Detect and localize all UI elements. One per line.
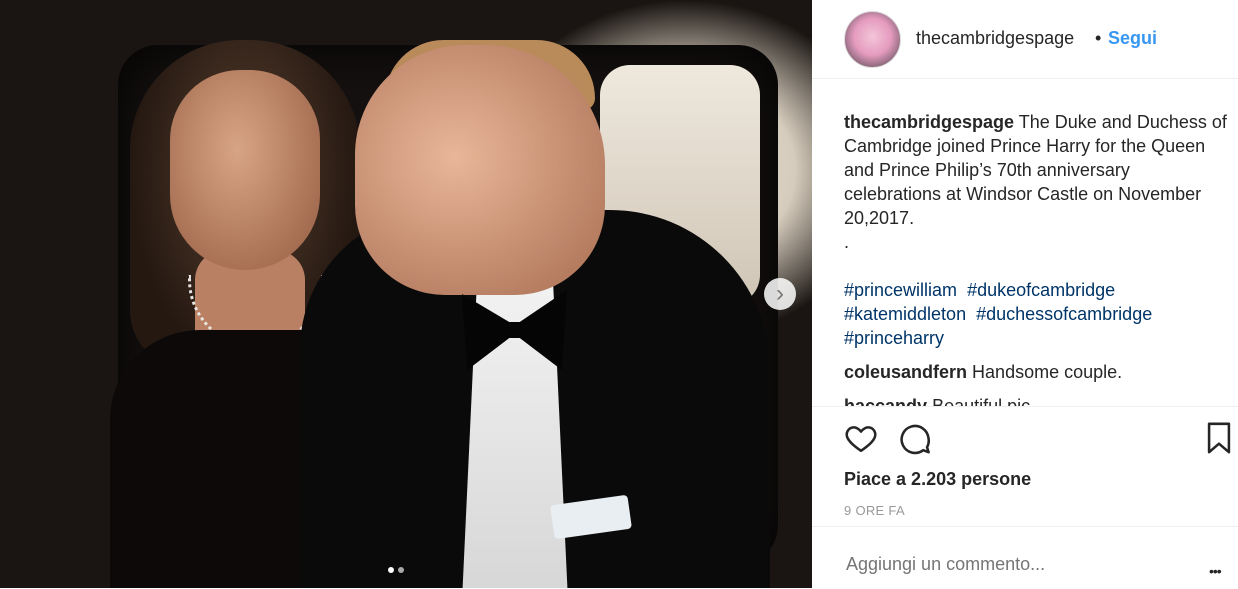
- hashtag-link[interactable]: #duchessofcambridge: [976, 304, 1152, 324]
- add-comment-section: •••: [812, 526, 1238, 589]
- post-side-panel: thecambridgespage • Segui thecambridgesp…: [812, 0, 1238, 588]
- comment-text: Beautiful pic: [932, 396, 1031, 406]
- more-options-button[interactable]: •••: [1209, 563, 1222, 579]
- hashtag-link[interactable]: #princeharry: [844, 328, 944, 348]
- comment-button[interactable]: [898, 421, 934, 457]
- follow-button[interactable]: Segui: [1108, 28, 1157, 49]
- comment-icon: [900, 424, 931, 455]
- comment: coleusandfern Handsome couple.: [844, 360, 1229, 384]
- comment-text: Handsome couple.: [972, 362, 1123, 382]
- carousel-dot: [398, 567, 404, 573]
- comment-username[interactable]: coleusandfern: [844, 362, 967, 382]
- header-username[interactable]: thecambridgespage: [916, 28, 1074, 49]
- caption-dot: .: [844, 232, 850, 252]
- heart-icon: [845, 426, 877, 453]
- hashtags: #princewilliam #dukeofcambridge #katemid…: [844, 278, 1229, 350]
- caption: thecambridgespage The Duke and Duchess o…: [844, 110, 1229, 350]
- carousel-next-button[interactable]: ›: [764, 278, 796, 310]
- post-header: thecambridgespage • Segui: [812, 0, 1238, 79]
- comment-input[interactable]: [844, 553, 1168, 576]
- header-separator: •: [1095, 28, 1102, 48]
- man-face: [355, 45, 605, 295]
- comment: haccandy Beautiful pic: [844, 394, 1229, 406]
- likes-count[interactable]: Piace a 2.203 persone: [844, 469, 1031, 490]
- post-photo[interactable]: ›: [0, 0, 812, 588]
- woman-face: [170, 70, 320, 270]
- comment-username[interactable]: haccandy: [844, 396, 927, 406]
- post-timestamp[interactable]: 9 ORE FA: [844, 503, 905, 518]
- carousel-dot-active: [388, 567, 394, 573]
- action-bar: [812, 406, 1238, 467]
- bookmark-icon: [1207, 422, 1231, 454]
- hashtag-link[interactable]: #katemiddleton: [844, 304, 966, 324]
- carousel-indicator: [388, 567, 404, 573]
- caption-username[interactable]: thecambridgespage: [844, 112, 1014, 132]
- save-button[interactable]: [1204, 421, 1238, 457]
- hashtag-link[interactable]: #dukeofcambridge: [967, 280, 1115, 300]
- chevron-right-icon: ›: [776, 280, 784, 307]
- hashtag-link[interactable]: #princewilliam: [844, 280, 957, 300]
- like-button[interactable]: [844, 421, 880, 457]
- comments-list[interactable]: thecambridgespage The Duke and Duchess o…: [844, 110, 1229, 406]
- avatar[interactable]: [844, 11, 901, 68]
